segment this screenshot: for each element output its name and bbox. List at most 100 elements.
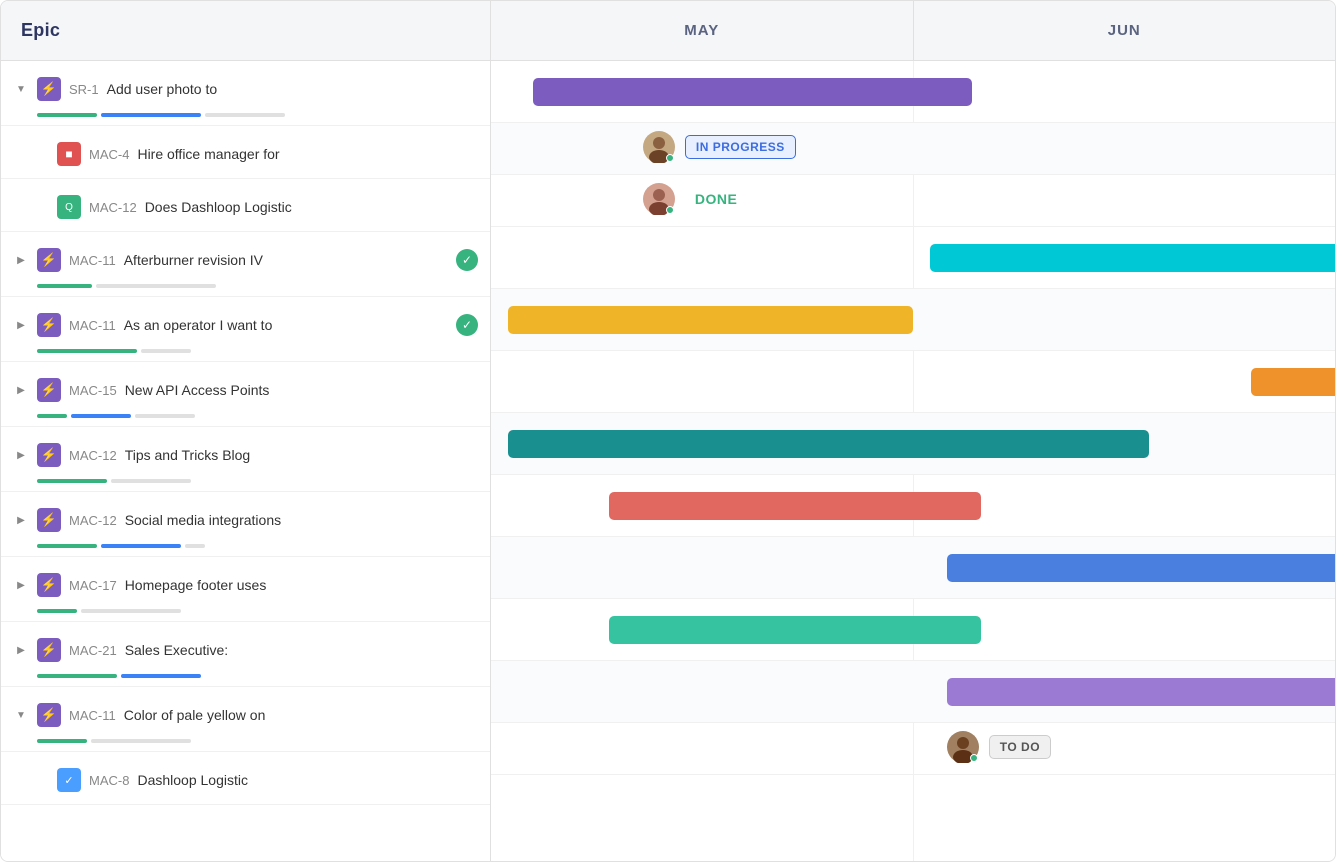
expand-mac17[interactable]: ▶ [13, 577, 29, 593]
epic-icon-mac17: ⚡ [37, 573, 61, 597]
progress-mac12c [1, 544, 490, 556]
epic-id-mac12a: MAC-12 [89, 200, 137, 215]
epic-title-sr1: Add user photo to [107, 81, 478, 97]
gantt-bar-mac11c [947, 678, 1335, 706]
epic-row-main-mac8: ✓ MAC-8 Dashloop Logistic [1, 752, 490, 804]
chart-rows-container: IN PROGRESS [491, 61, 1335, 861]
epic-icon-mac11c: ⚡ [37, 703, 61, 727]
avatar-mac4 [643, 131, 675, 163]
epic-icon-sr1: ⚡ [37, 77, 61, 101]
chart-row-mac17 [491, 537, 1335, 599]
epic-icon-mac11b: ⚡ [37, 313, 61, 337]
pb-gray [111, 479, 191, 483]
expand-mac11b[interactable]: ▶ [13, 317, 29, 333]
pb-green [37, 479, 107, 483]
avatar-mac12a [643, 183, 675, 215]
online-dot-mac4 [666, 154, 674, 162]
chart-row-mac11b [491, 289, 1335, 351]
epic-row-main-mac15: ▶ ⚡ MAC-15 New API Access Points [1, 362, 490, 414]
epic-icon-mac12c: ⚡ [37, 508, 61, 532]
epic-icon-mac12a: Q [57, 195, 81, 219]
check-mac11a: ✓ [456, 249, 478, 271]
expand-mac21[interactable]: ▶ [13, 642, 29, 658]
chart-row-mac11a [491, 227, 1335, 289]
progress-mac17 [1, 609, 490, 621]
epic-title-mac11c: Color of pale yellow on [124, 707, 478, 723]
epic-id-mac21: MAC-21 [69, 643, 117, 658]
epic-icon-mac12b: ⚡ [37, 443, 61, 467]
epic-title-mac21: Sales Executive: [125, 642, 478, 658]
epic-id-mac12c: MAC-12 [69, 513, 117, 528]
chart-row-mac12a: DONE [491, 175, 1335, 227]
epic-row-main-mac12a: Q MAC-12 Does Dashloop Logistic [1, 179, 490, 231]
epic-icon-mac11a: ⚡ [37, 248, 61, 272]
epic-id-mac11b: MAC-11 [69, 318, 116, 333]
epic-row-mac17: ▶ ⚡ MAC-17 Homepage footer uses [1, 557, 490, 622]
epic-row-mac15: ▶ ⚡ MAC-15 New API Access Points [1, 362, 490, 427]
pb-gray [135, 414, 195, 418]
epic-title-mac12b: Tips and Tricks Blog [125, 447, 478, 463]
progress-sr1 [1, 113, 490, 125]
pb-gray [141, 349, 191, 353]
pb-green [37, 544, 97, 548]
progress-mac11b [1, 349, 490, 361]
pb-blue [71, 414, 131, 418]
epic-row-mac4: ■ MAC-4 Hire office manager for [1, 126, 490, 179]
progress-bar-blue [101, 113, 201, 117]
status-todo: TO DO [989, 735, 1051, 759]
epic-title-mac11b: As an operator I want to [124, 317, 448, 333]
pb-gray [81, 609, 181, 613]
chart-row-sr1 [491, 61, 1335, 123]
pb-green [37, 414, 67, 418]
epic-row-sr1: ▼ ⚡ SR-1 Add user photo to [1, 61, 490, 126]
chart-row-mac4: IN PROGRESS [491, 123, 1335, 175]
epic-title-mac8: Dashloop Logistic [137, 772, 478, 788]
pb-green [37, 349, 137, 353]
gantt-bar-mac12c [609, 492, 980, 520]
progress-mac12b [1, 479, 490, 491]
epic-row-mac12b: ▶ ⚡ MAC-12 Tips and Tricks Blog [1, 427, 490, 492]
chart-row-mac12c [491, 475, 1335, 537]
epic-title-mac12c: Social media integrations [125, 512, 478, 528]
epic-row-main-sr1: ▼ ⚡ SR-1 Add user photo to [1, 61, 490, 113]
gantt-header: Epic MAY JUN [1, 1, 1335, 61]
gantt-bar-mac11b [508, 306, 913, 334]
expand-mac11c[interactable]: ▼ [13, 707, 29, 723]
pb-green [37, 284, 92, 288]
epic-column-header: Epic [21, 20, 60, 41]
epic-row-main-mac12b: ▶ ⚡ MAC-12 Tips and Tricks Blog [1, 427, 490, 479]
expand-mac12c[interactable]: ▶ [13, 512, 29, 528]
expand-mac12b[interactable]: ▶ [13, 447, 29, 463]
epic-row-mac21: ▶ ⚡ MAC-21 Sales Executive: [1, 622, 490, 687]
header-epic-cell: Epic [1, 1, 491, 60]
expand-mac15[interactable]: ▶ [13, 382, 29, 398]
epic-icon-mac4: ■ [57, 142, 81, 166]
pb-blue [101, 544, 181, 548]
progress-mac15 [1, 414, 490, 426]
epic-row-main-mac12c: ▶ ⚡ MAC-12 Social media integrations [1, 492, 490, 544]
progress-mac11a [1, 284, 490, 296]
epic-row-main-mac21: ▶ ⚡ MAC-21 Sales Executive: [1, 622, 490, 674]
gantt-bar-mac11a [930, 244, 1335, 272]
mac4-status-group: IN PROGRESS [643, 131, 796, 163]
epic-id-mac12b: MAC-12 [69, 448, 117, 463]
mac8-status-group: TO DO [947, 731, 1051, 763]
chart-row-mac21 [491, 599, 1335, 661]
epic-row-main-mac17: ▶ ⚡ MAC-17 Homepage footer uses [1, 557, 490, 609]
chart-row-mac11c [491, 661, 1335, 723]
epic-title-mac12a: Does Dashloop Logistic [145, 199, 478, 215]
epic-id-mac15: MAC-15 [69, 383, 117, 398]
status-in-progress: IN PROGRESS [685, 135, 796, 159]
epic-id-mac17: MAC-17 [69, 578, 117, 593]
header-month-may: MAY [491, 1, 914, 60]
epic-row-main-mac11c: ▼ ⚡ MAC-11 Color of pale yellow on [1, 687, 490, 739]
gantt-bar-mac17 [947, 554, 1335, 582]
epic-title-mac17: Homepage footer uses [125, 577, 478, 593]
epic-row-mac12a: Q MAC-12 Does Dashloop Logistic [1, 179, 490, 232]
expand-sr1[interactable]: ▼ [13, 81, 29, 97]
expand-mac11a[interactable]: ▶ [13, 252, 29, 268]
gantt-body: ▼ ⚡ SR-1 Add user photo to ■ MAC-4 Hir [1, 61, 1335, 861]
progress-bar-gray [205, 113, 285, 117]
chart-row-mac12b [491, 413, 1335, 475]
pb-green [37, 674, 117, 678]
